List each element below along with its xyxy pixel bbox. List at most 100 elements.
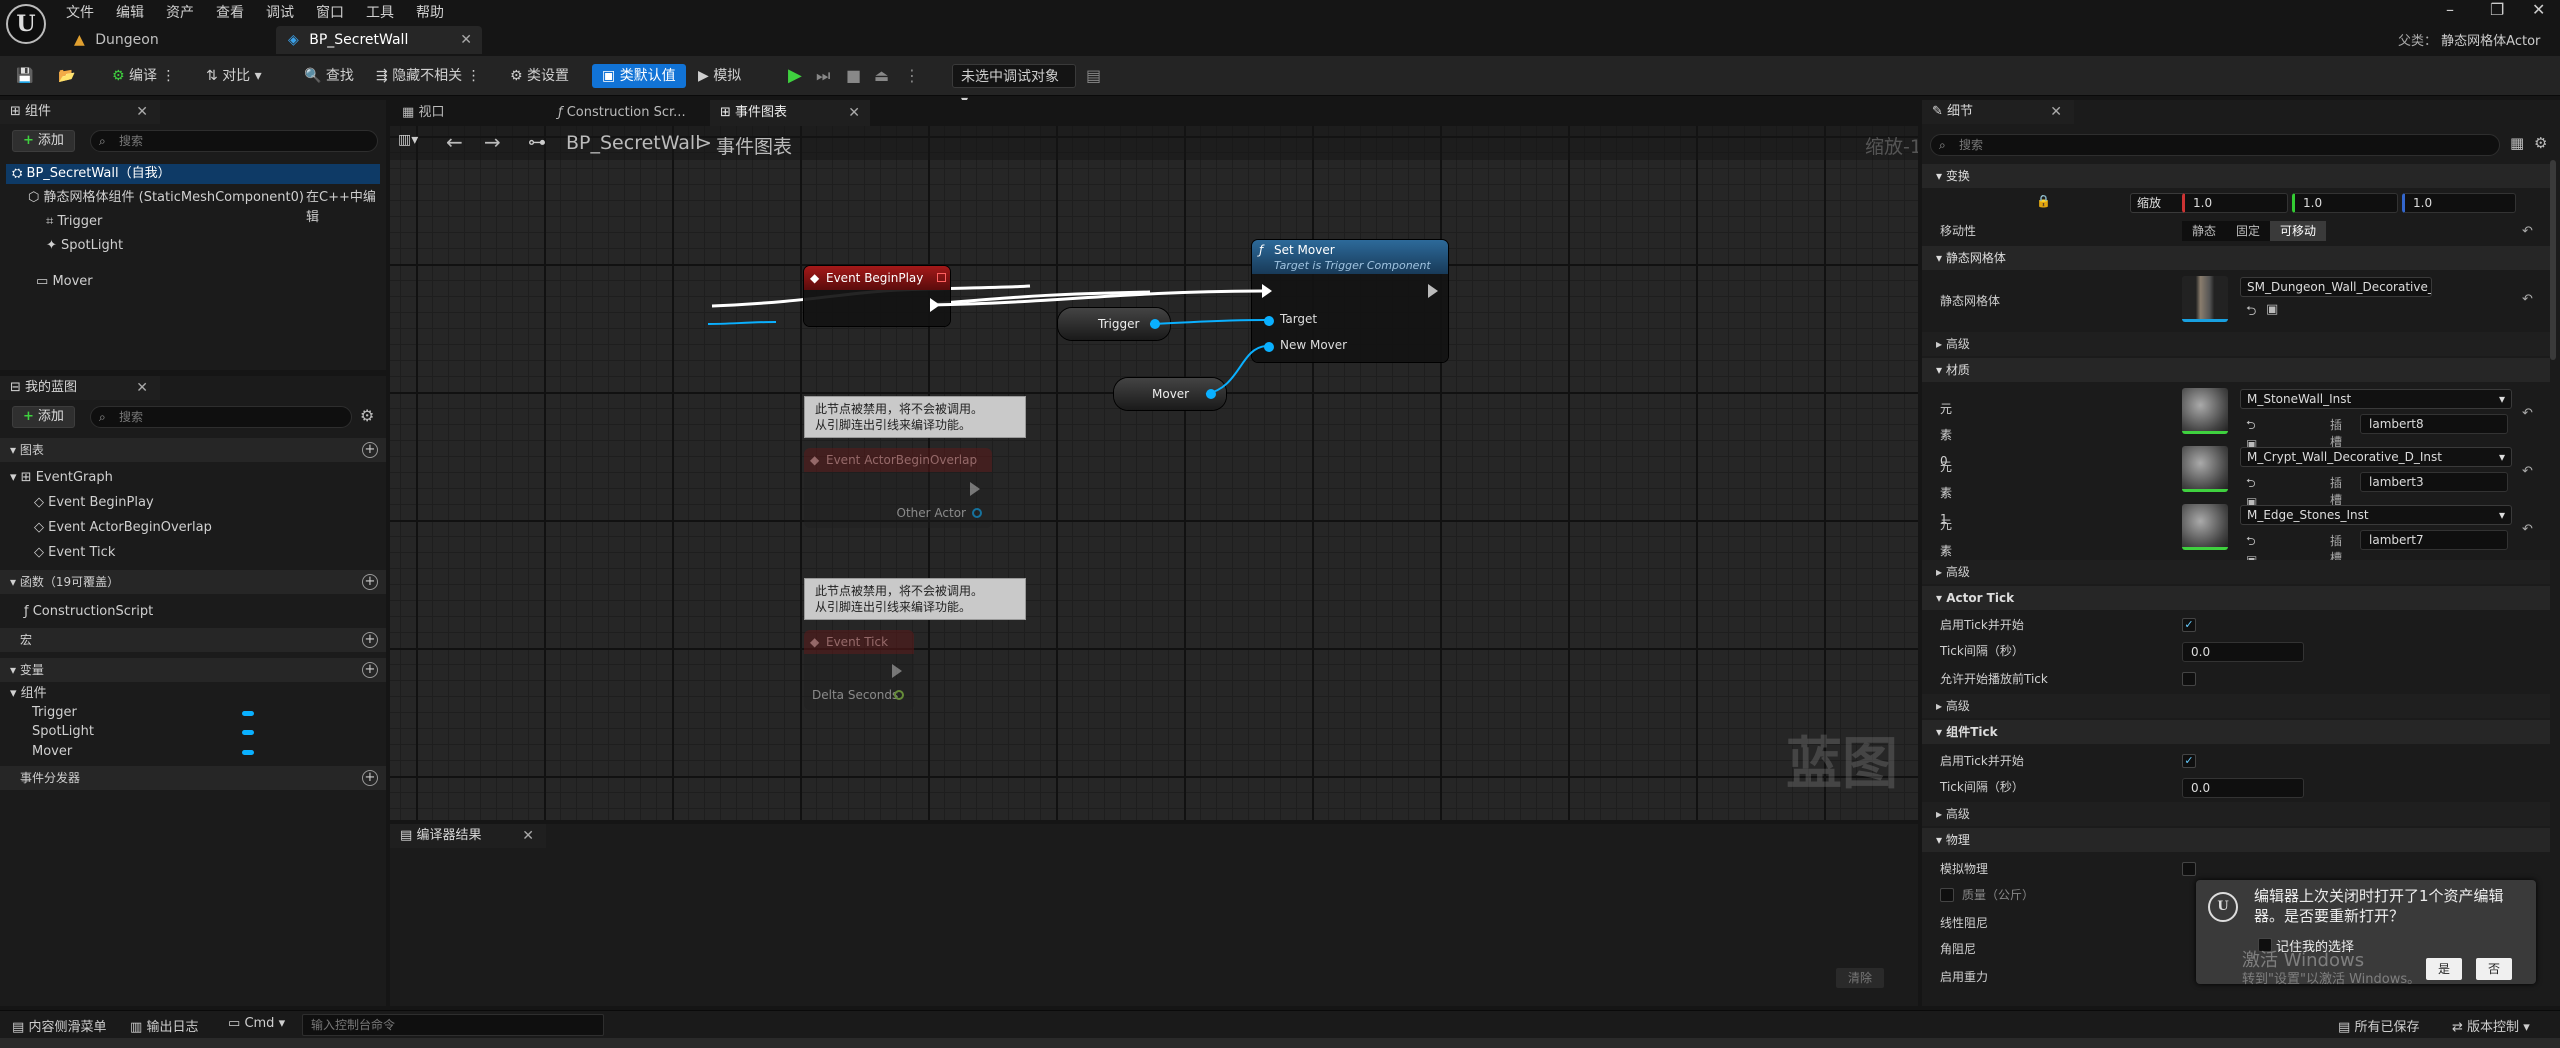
material-dropdown[interactable]: M_StoneWall_Inst ▾ bbox=[2240, 389, 2512, 409]
menu-file[interactable]: 文件 bbox=[66, 2, 94, 22]
close-my-blueprint-icon[interactable]: ✕ bbox=[136, 376, 148, 400]
node-get-mover[interactable]: Mover bbox=[1114, 378, 1226, 410]
component-row-static-mesh[interactable]: ⬡ 静态网格体组件 (StaticMeshComponent0) 在C++中编辑 bbox=[6, 188, 386, 225]
static-mesh-thumbnail[interactable] bbox=[2182, 276, 2228, 322]
unreal-logo-icon[interactable]: U bbox=[6, 4, 46, 44]
tab-construction-script[interactable]: ƒ Construction Scr... bbox=[548, 100, 696, 126]
other-actor-output-pin[interactable] bbox=[972, 508, 982, 518]
more-options-icon[interactable]: ⋮ bbox=[904, 64, 920, 88]
menu-asset[interactable]: 资产 bbox=[166, 2, 194, 22]
section-advanced-2[interactable]: ▸ 高级 bbox=[1922, 560, 2550, 584]
slot-field[interactable]: lambert3 bbox=[2360, 472, 2508, 492]
mobility-static[interactable]: 静态 bbox=[2182, 221, 2227, 241]
event-graph-item[interactable]: ▾ ⊞ EventGraph bbox=[10, 468, 380, 488]
open-asset-icon[interactable]: ▣ bbox=[2266, 302, 2278, 317]
clear-button[interactable]: 清除 bbox=[1836, 968, 1885, 988]
section-component-tick[interactable]: ▾ 组件Tick bbox=[1922, 720, 2550, 744]
tab-dungeon[interactable]: ▲ Dungeon bbox=[62, 26, 171, 54]
all-saved-button[interactable]: ▤ 所有已保存 bbox=[2338, 1016, 2419, 1035]
delegate-pin-icon[interactable] bbox=[937, 273, 946, 282]
menu-view[interactable]: 查看 bbox=[216, 2, 244, 22]
scale-z-field[interactable]: 1.0 bbox=[2402, 193, 2516, 213]
diff-button[interactable]: ⇅ 对比 ▾ bbox=[206, 64, 262, 88]
add-variable-icon[interactable]: + bbox=[362, 662, 378, 678]
component-tick-enabled-checkbox[interactable]: ✓ bbox=[2182, 754, 2196, 768]
exec-output-pin[interactable] bbox=[930, 298, 940, 312]
static-mesh-dropdown[interactable]: SM_Dungeon_Wall_Decorative_D bbox=[2240, 277, 2432, 297]
add-member-button[interactable]: + 添加 bbox=[12, 406, 75, 428]
components-panel-tab[interactable]: ⊞ 组件 ✕ bbox=[0, 100, 160, 124]
no-button[interactable]: 否 bbox=[2476, 958, 2513, 980]
component-row-trigger[interactable]: ⌗ Trigger bbox=[6, 212, 380, 232]
cmd-dropdown[interactable]: ▭ Cmd ▾ bbox=[228, 1016, 285, 1031]
event-item-beginplay[interactable]: ◇ Event BeginPlay bbox=[34, 493, 380, 513]
menu-debug[interactable]: 调试 bbox=[266, 2, 294, 22]
tab-viewport[interactable]: ▦ 视口 bbox=[392, 100, 454, 126]
exec-output-pin[interactable] bbox=[1428, 284, 1438, 298]
mover-output-pin[interactable] bbox=[1206, 389, 1216, 399]
variable-item-trigger[interactable]: Trigger bbox=[32, 703, 380, 723]
console-command-input[interactable]: 输入控制台命令 bbox=[302, 1014, 604, 1036]
add-graph-icon[interactable]: + bbox=[362, 442, 378, 458]
close-components-icon[interactable]: ✕ bbox=[136, 100, 148, 124]
components-search-input[interactable]: ⌕ 搜索 bbox=[90, 130, 378, 152]
close-details-icon[interactable]: ✕ bbox=[2050, 100, 2062, 124]
material-thumbnail[interactable] bbox=[2182, 388, 2228, 434]
close-compiler-results-icon[interactable]: ✕ bbox=[522, 824, 534, 848]
compile-button[interactable]: ⚙ 编译 ⋮ bbox=[112, 64, 175, 88]
menu-tools[interactable]: 工具 bbox=[366, 2, 394, 22]
tick-enabled-checkbox[interactable]: ✓ bbox=[2182, 618, 2196, 632]
delta-seconds-output-pin[interactable] bbox=[894, 690, 904, 700]
output-log-button[interactable]: ▥ 输出日志 bbox=[130, 1016, 198, 1035]
node-event-tick[interactable]: ◆ Event Tick Delta Seconds bbox=[804, 630, 914, 710]
mobility-movable[interactable]: 可移动 bbox=[2270, 221, 2327, 241]
maximize-icon[interactable]: ❐ bbox=[2490, 0, 2504, 19]
node-set-mover[interactable]: ƒ Set Mover Target is Trigger Component … bbox=[1252, 240, 1448, 362]
allow-tick-before-begin-checkbox[interactable] bbox=[2182, 672, 2196, 686]
stop-icon[interactable]: ■ bbox=[846, 64, 861, 88]
my-blueprint-search-input[interactable]: ⌕ 搜索 bbox=[90, 406, 352, 428]
variable-item-mover[interactable]: Mover bbox=[32, 742, 380, 762]
component-row-spotlight[interactable]: ✦ SpotLight bbox=[6, 236, 380, 256]
add-component-button[interactable]: + 添加 bbox=[12, 130, 75, 152]
close-tab-icon[interactable]: ✕ bbox=[460, 26, 472, 54]
reset-to-default-icon[interactable]: ↶ bbox=[2522, 292, 2533, 307]
exec-output-pin[interactable] bbox=[970, 482, 980, 496]
details-search-input[interactable]: ⌕ 搜索 bbox=[1930, 134, 2500, 156]
dispatchers-section[interactable]: 事件分发器 + bbox=[0, 766, 386, 790]
close-tab-icon[interactable]: ✕ bbox=[848, 100, 860, 126]
macros-section[interactable]: 宏 + bbox=[0, 628, 386, 652]
find-button[interactable]: 🔍 查找 bbox=[304, 64, 354, 88]
class-defaults-button[interactable]: ▣ 类默认值 bbox=[592, 64, 686, 88]
slot-field[interactable]: lambert8 bbox=[2360, 414, 2508, 434]
add-dispatcher-icon[interactable]: + bbox=[362, 770, 378, 786]
graphs-section[interactable]: ▾ 图表 + bbox=[0, 438, 386, 462]
exec-output-pin[interactable] bbox=[892, 664, 902, 678]
node-event-actor-begin-overlap[interactable]: ◆ Event ActorBeginOverlap Other Actor bbox=[804, 448, 992, 528]
save-icon[interactable]: 💾 bbox=[16, 64, 33, 88]
section-advanced-4[interactable]: ▸ 高级 bbox=[1922, 802, 2550, 826]
menu-help[interactable]: 帮助 bbox=[416, 2, 444, 22]
node-event-beginplay[interactable]: ◆ Event BeginPlay bbox=[804, 266, 950, 326]
event-item-tick[interactable]: ◇ Event Tick bbox=[34, 543, 380, 563]
scale-y-field[interactable]: 1.0 bbox=[2292, 193, 2398, 213]
compiler-results-tab[interactable]: ▤ 编译器结果 ✕ bbox=[390, 824, 546, 848]
add-function-icon[interactable]: + bbox=[362, 574, 378, 590]
eject-icon[interactable]: ⏏ bbox=[874, 64, 889, 88]
component-tick-interval-field[interactable]: 0.0 bbox=[2182, 778, 2304, 798]
mass-override-checkbox[interactable] bbox=[1940, 888, 1954, 902]
function-item-construction[interactable]: ƒ ConstructionScript bbox=[24, 602, 380, 622]
material-dropdown[interactable]: M_Edge_Stones_Inst ▾ bbox=[2240, 505, 2512, 525]
component-row-root[interactable]: ⛭ BP_SecretWall（自我） bbox=[6, 164, 380, 184]
browse-icon[interactable]: 📂 bbox=[58, 64, 75, 88]
class-settings-button[interactable]: ⚙ 类设置 bbox=[510, 64, 569, 88]
section-static-mesh[interactable]: ▾ 静态网格体 bbox=[1922, 246, 2550, 270]
lock-icon[interactable]: 🔒 bbox=[2036, 194, 2051, 208]
trigger-output-pin[interactable] bbox=[1150, 319, 1160, 329]
skip-icon[interactable]: ⏭ bbox=[816, 64, 830, 88]
node-get-trigger[interactable]: Trigger bbox=[1058, 308, 1170, 340]
tick-interval-field[interactable]: 0.0 bbox=[2182, 642, 2304, 662]
settings-gear-icon[interactable]: ⚙ bbox=[360, 406, 374, 425]
slot-field[interactable]: lambert7 bbox=[2360, 530, 2508, 550]
scale-x-field[interactable]: 1.0 bbox=[2182, 193, 2288, 213]
